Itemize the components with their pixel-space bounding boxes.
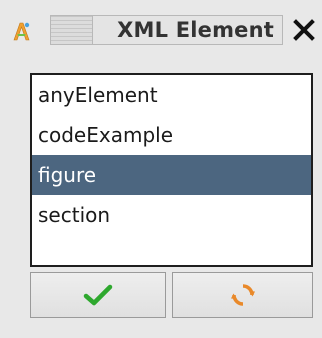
list-item-anyelement[interactable]: anyElement (32, 75, 311, 115)
window-title: XML Element (117, 18, 274, 42)
close-button[interactable] (290, 16, 318, 44)
xml-element-dialog: XML Element anyElement codeExample figur… (0, 0, 322, 338)
refresh-button[interactable] (172, 272, 313, 318)
list-item-figure[interactable]: figure (32, 155, 311, 195)
checkmark-icon (83, 284, 113, 306)
title-bar[interactable]: XML Element (0, 0, 322, 60)
title-area[interactable]: XML Element (93, 15, 283, 45)
refresh-icon (230, 284, 255, 306)
element-list[interactable]: anyElement codeExample figure section (30, 73, 313, 267)
list-item-codeexample[interactable]: codeExample (32, 115, 311, 155)
close-icon (293, 19, 315, 41)
list-item-section[interactable]: section (32, 195, 311, 235)
app-icon (13, 22, 30, 41)
title-grip[interactable] (50, 15, 93, 45)
ok-button[interactable] (30, 272, 166, 318)
